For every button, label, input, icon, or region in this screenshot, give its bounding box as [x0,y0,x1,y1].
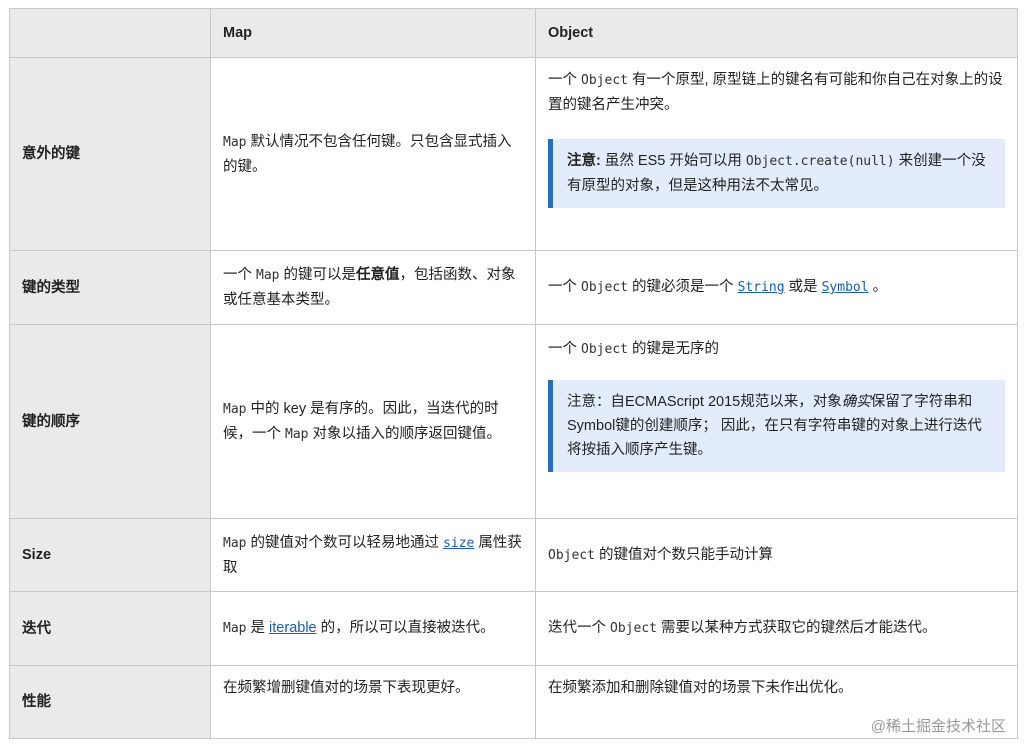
code-map: Map [256,268,280,283]
cell-text: 在频繁添加和删除键值对的场景下未作出优化。 [548,680,853,696]
header-map: Map [210,8,536,58]
row-label: 迭代 [9,591,211,666]
row-label: Size [9,518,211,592]
table-row: Size Map 的键值对个数可以轻易地通过 size 属性获取 Object … [9,518,1018,592]
code-object: Object [581,73,628,88]
table-row: 迭代 Map 是 iterable 的，所以可以直接被迭代。 迭代一个 Obje… [9,591,1018,666]
cell-text: 迭代一个 [548,620,611,636]
size-link[interactable]: size [443,536,474,551]
cell-paragraph: 一个 Object 有一个原型, 原型链上的键名有可能和你自己在对象上的设置的键… [548,68,1005,117]
cell-text: 的键是无序的 [628,341,720,357]
cell-text: 的键值对个数可以轻易地通过 [246,534,444,551]
symbol-link[interactable]: Symbol [822,280,869,295]
code-object: Object [581,342,628,357]
object-cell: 一个 Object 的键是无序的 注意：自ECMAScript 2015规范以来… [535,324,1018,519]
object-cell: 迭代一个 Object 需要以某种方式获取它的键然后才能迭代。 [535,591,1018,666]
watermark: @稀土掘金技术社区 [870,718,1006,735]
code-map: Map [223,134,247,150]
string-link[interactable]: String [738,280,785,295]
table-row: 性能 在频繁增删键值对的场景下表现更好。 在频繁添加和删除键值对的场景下未作出优… [9,665,1018,739]
row-label: 键的顺序 [9,324,211,519]
cell-text: 一个 [548,72,582,88]
code-map: Map [223,401,247,417]
code-map: Map [223,621,247,636]
cell-text: 的键值对个数只能手动计算 [594,546,773,563]
cell-text: 一个 [548,341,582,357]
note-label: 注意: [567,153,601,169]
note-text: 注意：自ECMAScript 2015规范以来，对象 [567,394,842,410]
comparison-table: Map Object 意外的键 Map 默认情况不包含任何键。只包含显式插入的键… [9,8,1018,739]
code-object: Object [548,547,595,563]
note-text: 虽然 ES5 开始可以用 [600,153,746,169]
map-cell: Map 是 iterable 的，所以可以直接被迭代。 [210,591,536,666]
map-cell: 一个 Map 的键可以是任意值，包括函数、对象或任意基本类型。 [210,250,536,325]
map-cell: Map 中的 key 是有序的。因此，当迭代的时候，一个 Map 对象以插入的顺… [210,324,536,519]
header-empty [9,8,211,58]
table-row: 意外的键 Map 默认情况不包含任何键。只包含显式插入的键。 一个 Object… [9,57,1018,251]
code-object: Object [581,280,628,295]
table-row: 键的顺序 Map 中的 key 是有序的。因此，当迭代的时候，一个 Map 对象… [9,324,1018,519]
italic-text: 确实 [841,394,871,410]
row-label: 意外的键 [9,57,211,251]
note-box: 注意：自ECMAScript 2015规范以来，对象确实保留了字符串和Symbo… [548,380,1005,472]
cell-text: 或是 [784,279,822,295]
object-cell: Object 的键值对个数只能手动计算 [535,518,1018,592]
object-cell: 一个 Object 的键必须是一个 String 或是 Symbol 。 [535,250,1018,325]
code-object-create: Object.create(null) [745,154,895,169]
map-cell: Map 默认情况不包含任何键。只包含显式插入的键。 [210,57,536,251]
cell-text: 。 [868,279,888,295]
cell-text: 一个 [548,279,582,295]
code-map: Map [223,535,247,551]
table-row: 键的类型 一个 Map 的键可以是任意值，包括函数、对象或任意基本类型。 一个 … [9,250,1018,325]
map-cell: 在频繁增删键值对的场景下表现更好。 [210,665,536,739]
cell-text: 一个 [223,267,257,283]
cell-paragraph: 一个 Object 的键是无序的 [548,337,1005,362]
note-box: 注意: 虽然 ES5 开始可以用 Object.create(null) 来创建… [548,139,1005,208]
cell-text: 的键必须是一个 [628,279,738,295]
cell-text: 对象以插入的顺序返回键值。 [308,425,502,442]
code-object: Object [610,621,657,636]
row-label: 键的类型 [9,250,211,325]
cell-text: 在频繁增删键值对的场景下表现更好。 [223,680,470,696]
header-row: Map Object [9,8,1018,58]
cell-text: 是 [246,620,270,636]
map-cell: Map 的键值对个数可以轻易地通过 size 属性获取 [210,518,536,592]
bold-text: 任意值 [356,267,400,283]
cell-text: 的，所以可以直接被迭代。 [316,620,495,636]
cell-text: 的键可以是 [279,267,357,283]
header-object: Object [535,8,1018,58]
code-map: Map [285,426,309,442]
cell-text: 需要以某种方式获取它的键然后才能迭代。 [657,620,937,636]
cell-text: 默认情况不包含任何键。只包含显式插入的键。 [223,133,512,175]
iterable-link[interactable]: iterable [269,620,317,636]
row-label: 性能 [9,665,211,739]
object-cell: 一个 Object 有一个原型, 原型链上的键名有可能和你自己在对象上的设置的键… [535,57,1018,251]
